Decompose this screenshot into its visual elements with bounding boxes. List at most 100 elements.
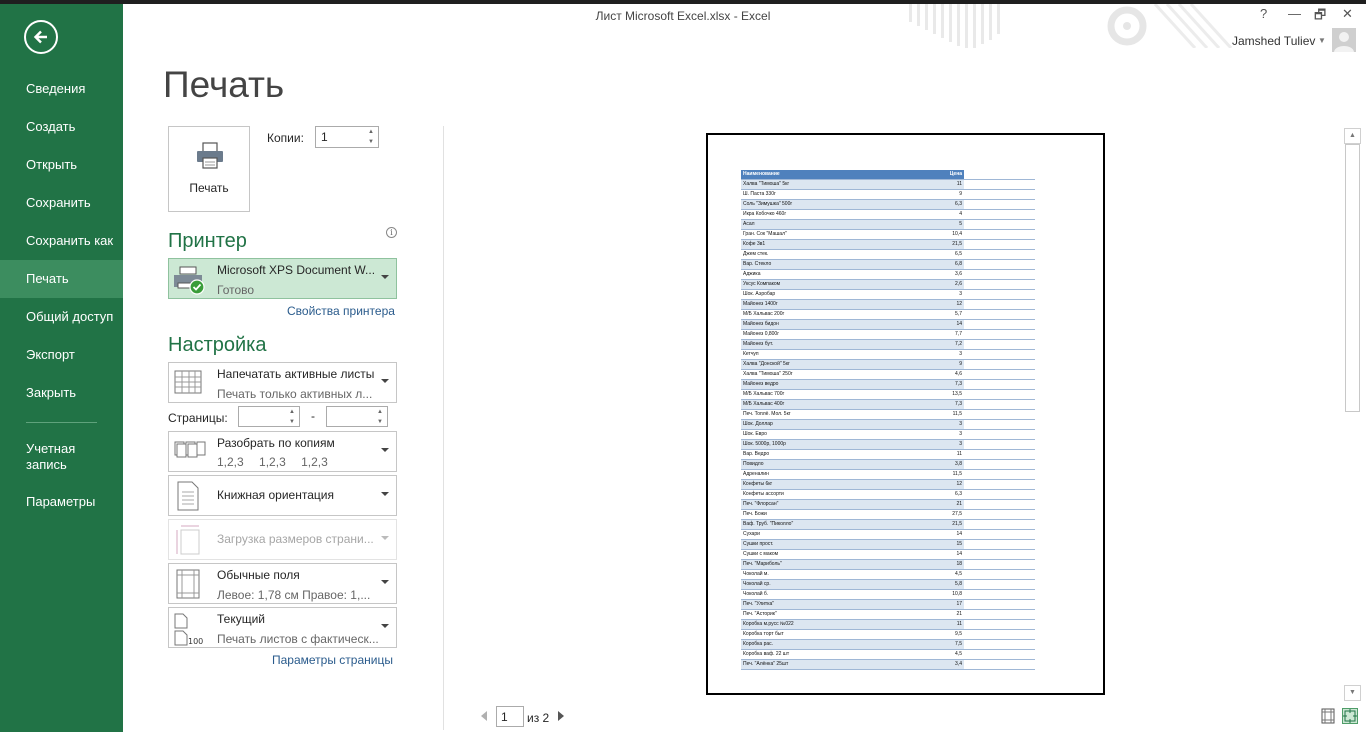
- paper-size-icon: [176, 525, 200, 555]
- printer-dropdown[interactable]: Microsoft XPS Document W... Готово: [168, 258, 397, 299]
- pages-to-input[interactable]: ▲ ▼: [326, 406, 388, 427]
- preview-cell-empty: [964, 389, 1035, 401]
- preview-cell-price: 11: [884, 179, 964, 191]
- close-button[interactable]: ✕: [1342, 6, 1353, 22]
- pages-label: Страницы:: [168, 411, 228, 425]
- nav-new[interactable]: Создать: [0, 108, 123, 146]
- print-button[interactable]: Печать: [168, 126, 250, 212]
- preview-cell-empty: [964, 239, 1035, 251]
- nav-account[interactable]: Учетная запись: [0, 431, 123, 483]
- page-number-input[interactable]: 1: [496, 706, 524, 727]
- scroll-thumb[interactable]: [1345, 144, 1360, 412]
- preview-cell-empty: [964, 589, 1035, 601]
- preview-scrollbar[interactable]: ▲ ▼: [1344, 128, 1361, 701]
- preview-cell-empty: [964, 569, 1035, 581]
- preview-cell-empty: [964, 339, 1035, 351]
- preview-cell-price: 6,3: [884, 489, 964, 501]
- scaling-dropdown[interactable]: 100 Текущий Печать листов с фактическ...: [168, 607, 397, 648]
- preview-row: Аджика 3,6: [741, 269, 1035, 281]
- collate-dropdown[interactable]: Разобрать по копиям 1,2,3 1,2,3 1,2,3: [168, 431, 397, 472]
- preview-cell-name: Печ. "Алёнка" 25шт: [741, 659, 884, 671]
- zoom-to-page-button[interactable]: [1342, 708, 1358, 724]
- preview-cell-empty: [964, 509, 1035, 521]
- copies-value[interactable]: 1: [321, 130, 328, 144]
- printer-status: Готово: [217, 283, 255, 297]
- preview-row: Печ. "Флорсан" 21: [741, 499, 1035, 511]
- preview-cell-name: Аджика: [741, 269, 884, 281]
- preview-cell-empty: [964, 619, 1035, 631]
- avatar[interactable]: [1332, 28, 1356, 52]
- preview-cell-name: Вар. Стекло: [741, 259, 884, 271]
- copies-spinner[interactable]: ▲ ▼: [364, 127, 378, 147]
- preview-row: Повидло 3,8: [741, 459, 1035, 471]
- pages-to-spinner[interactable]: ▲ ▼: [373, 407, 387, 427]
- printer-properties-link[interactable]: Свойства принтера: [287, 304, 395, 318]
- preview-row: Чоколай ср. 5,8: [741, 579, 1035, 591]
- next-page-icon[interactable]: [558, 711, 564, 721]
- nav-open[interactable]: Открыть: [0, 146, 123, 184]
- preview-sheet: Наименование Цена Халва "Тимоша" 5кг 11 Ш.…: [741, 170, 1035, 671]
- margins-dropdown[interactable]: Обычные поля Левое: 1,78 см Правое: 1,..…: [168, 563, 397, 604]
- copies-stepper[interactable]: 1 ▲ ▼: [315, 126, 379, 148]
- preview-cell-price: 14: [884, 319, 964, 331]
- page-setup-link[interactable]: Параметры страницы: [272, 653, 393, 667]
- normal-margins-view-icon[interactable]: [1320, 708, 1336, 724]
- preview-row: Чоколай б. 10,8: [741, 589, 1035, 601]
- preview-cell-name: Печ. Топлё. Мол. 5кг: [741, 409, 884, 421]
- nav-options[interactable]: Параметры: [0, 483, 123, 521]
- chevron-down-icon: [381, 580, 389, 584]
- user-name[interactable]: Jamshed Tuliev: [1232, 34, 1315, 48]
- nav-export[interactable]: Экспорт: [0, 336, 123, 374]
- nav-save[interactable]: Сохранить: [0, 184, 123, 222]
- backstage-sidebar: Сведения Создать Открыть Сохранить Сохра…: [0, 4, 123, 732]
- preview-cell-empty: [964, 539, 1035, 551]
- pages-from-input[interactable]: ▲ ▼: [238, 406, 300, 427]
- preview-header-row: Наименование Цена: [741, 170, 1035, 181]
- pages-from-spinner[interactable]: ▲ ▼: [285, 407, 299, 427]
- nav-info[interactable]: Сведения: [0, 70, 123, 108]
- orientation-dropdown[interactable]: Книжная ориентация: [168, 475, 397, 516]
- preview-cell-name: Халва "Донской" 5кг: [741, 359, 884, 371]
- paper-size-title: Загрузка размеров страни...: [217, 532, 374, 546]
- copies-down-icon[interactable]: ▼: [364, 137, 378, 147]
- preview-row: Халва "Тимоша" 5кг 11: [741, 179, 1035, 191]
- preview-header-name: Наименование: [741, 170, 884, 181]
- nav-print[interactable]: Печать: [0, 260, 123, 298]
- restore-button[interactable]: 🗗: [1314, 6, 1326, 28]
- minimize-button[interactable]: —: [1288, 6, 1301, 21]
- preview-row: М/Б Хальвас 400г 7,3: [741, 399, 1035, 411]
- copies-up-icon[interactable]: ▲: [364, 127, 378, 137]
- preview-header-price: Цена: [884, 170, 964, 181]
- copies-label: Копии:: [267, 131, 304, 145]
- preview-cell-empty: [964, 359, 1035, 371]
- previous-page-icon[interactable]: [481, 711, 487, 721]
- preview-row: Чоколай м. 4,5: [741, 569, 1035, 581]
- chevron-down-icon: [381, 448, 389, 452]
- print-button-label: Печать: [189, 181, 229, 195]
- preview-row: Печ. Божи 27,5: [741, 509, 1035, 521]
- user-menu-chevron-icon[interactable]: ▼: [1318, 36, 1326, 45]
- preview-cell-empty: [964, 519, 1035, 531]
- preview-cell-empty: [964, 639, 1035, 651]
- portrait-icon: [177, 481, 199, 511]
- scroll-down-icon[interactable]: ▼: [1344, 685, 1361, 701]
- paper-size-dropdown[interactable]: Загрузка размеров страни...: [168, 519, 397, 560]
- nav-save-as[interactable]: Сохранить как: [0, 222, 123, 260]
- preview-cell-name: Майонез 0,800г: [741, 329, 884, 341]
- preview-cell-price: 17: [884, 599, 964, 611]
- nav-share[interactable]: Общий доступ: [0, 298, 123, 336]
- back-button[interactable]: [24, 20, 58, 54]
- scroll-up-icon[interactable]: ▲: [1344, 128, 1361, 144]
- preview-cell-name: Джем стек.: [741, 249, 884, 261]
- backstage-nav: Сведения Создать Открыть Сохранить Сохра…: [0, 70, 123, 521]
- preview-row: Коробка м.русс №022 11: [741, 619, 1035, 631]
- preview-row: Майонез бут. 7,2: [741, 339, 1035, 351]
- info-icon[interactable]: i: [386, 227, 397, 238]
- nav-close[interactable]: Закрыть: [0, 374, 123, 412]
- preview-cell-empty: [964, 259, 1035, 271]
- nav-account-line1: Учетная: [26, 441, 76, 456]
- help-button[interactable]: ?: [1260, 6, 1267, 21]
- preview-row: Печ. Топлё. Мол. 5кг 11,5: [741, 409, 1035, 421]
- print-what-dropdown[interactable]: Напечатать активные листы Печать только …: [168, 362, 397, 403]
- preview-cell-empty: [964, 439, 1035, 451]
